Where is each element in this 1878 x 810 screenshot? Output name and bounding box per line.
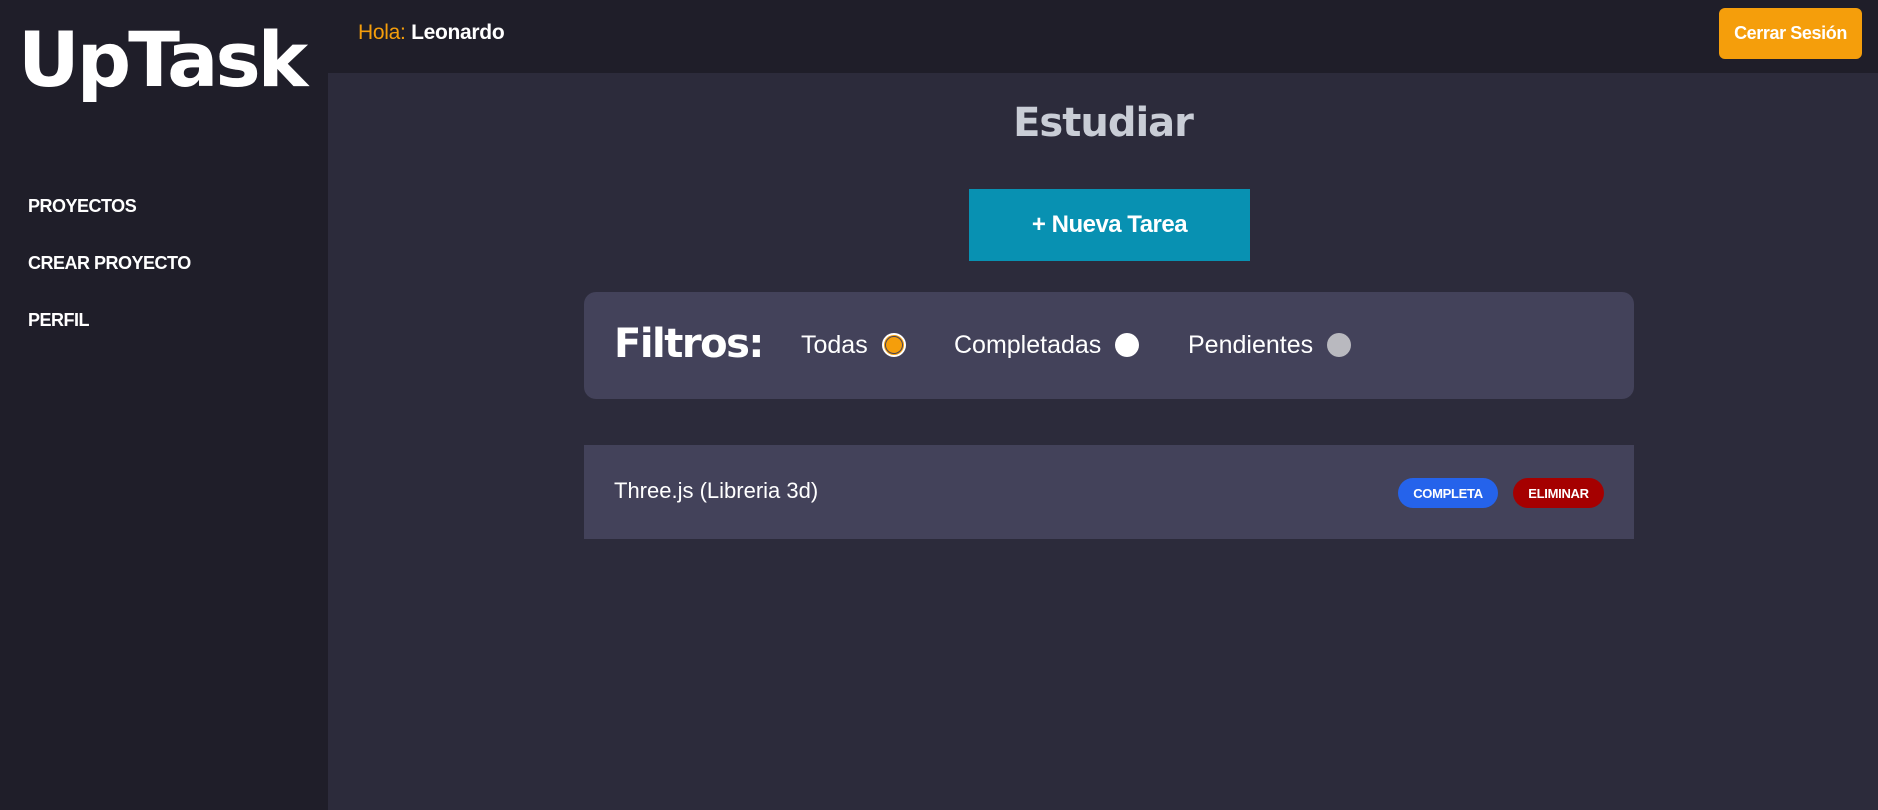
task-item: Three.js (Libreria 3d) COMPLETA ELIMINAR	[584, 445, 1634, 539]
radio-completadas[interactable]	[1115, 333, 1140, 357]
sidebar: UpTask PROYECTOS CREAR PROYECTO PERFIL	[0, 0, 328, 810]
task-list: Three.js (Libreria 3d) COMPLETA ELIMINAR	[584, 445, 1634, 539]
sidebar-item-perfil[interactable]: PERFIL	[28, 306, 191, 363]
greeting-prefix: Hola:	[358, 21, 406, 44]
radio-pendientes[interactable]	[1327, 333, 1352, 357]
sidebar-item-proyectos[interactable]: PROYECTOS	[28, 192, 191, 249]
filters-panel: Filtros: Todas Completadas Pendientes	[584, 292, 1634, 399]
radio-todas[interactable]	[881, 333, 906, 357]
user-name: Leonardo	[411, 21, 505, 44]
filters-label: Filtros:	[614, 321, 764, 367]
greeting: Hola: Leonardo	[358, 20, 505, 46]
filter-completadas[interactable]: Completadas	[954, 330, 1140, 360]
logout-button[interactable]: Cerrar Sesión	[1719, 8, 1862, 59]
sidebar-item-crear-proyecto[interactable]: CREAR PROYECTO	[28, 249, 191, 306]
top-bar: Hola: Leonardo Cerrar Sesión	[328, 0, 1878, 73]
new-task-button[interactable]: + Nueva Tarea	[969, 189, 1250, 261]
filter-todas[interactable]: Todas	[801, 330, 906, 360]
filter-pendientes[interactable]: Pendientes	[1188, 330, 1352, 360]
sidebar-nav: PROYECTOS CREAR PROYECTO PERFIL	[28, 192, 191, 363]
task-name[interactable]: Three.js (Libreria 3d)	[614, 477, 818, 505]
task-delete-button[interactable]: ELIMINAR	[1513, 478, 1604, 508]
project-title: Estudiar	[1013, 100, 1194, 146]
app-logo[interactable]: UpTask	[18, 22, 308, 98]
task-status-button[interactable]: COMPLETA	[1398, 478, 1498, 508]
filter-todas-label: Todas	[801, 330, 868, 359]
main-content: Estudiar + Nueva Tarea Filtros: Todas Co…	[328, 73, 1878, 810]
filter-completadas-label: Completadas	[954, 330, 1102, 359]
filter-pendientes-label: Pendientes	[1188, 330, 1314, 359]
